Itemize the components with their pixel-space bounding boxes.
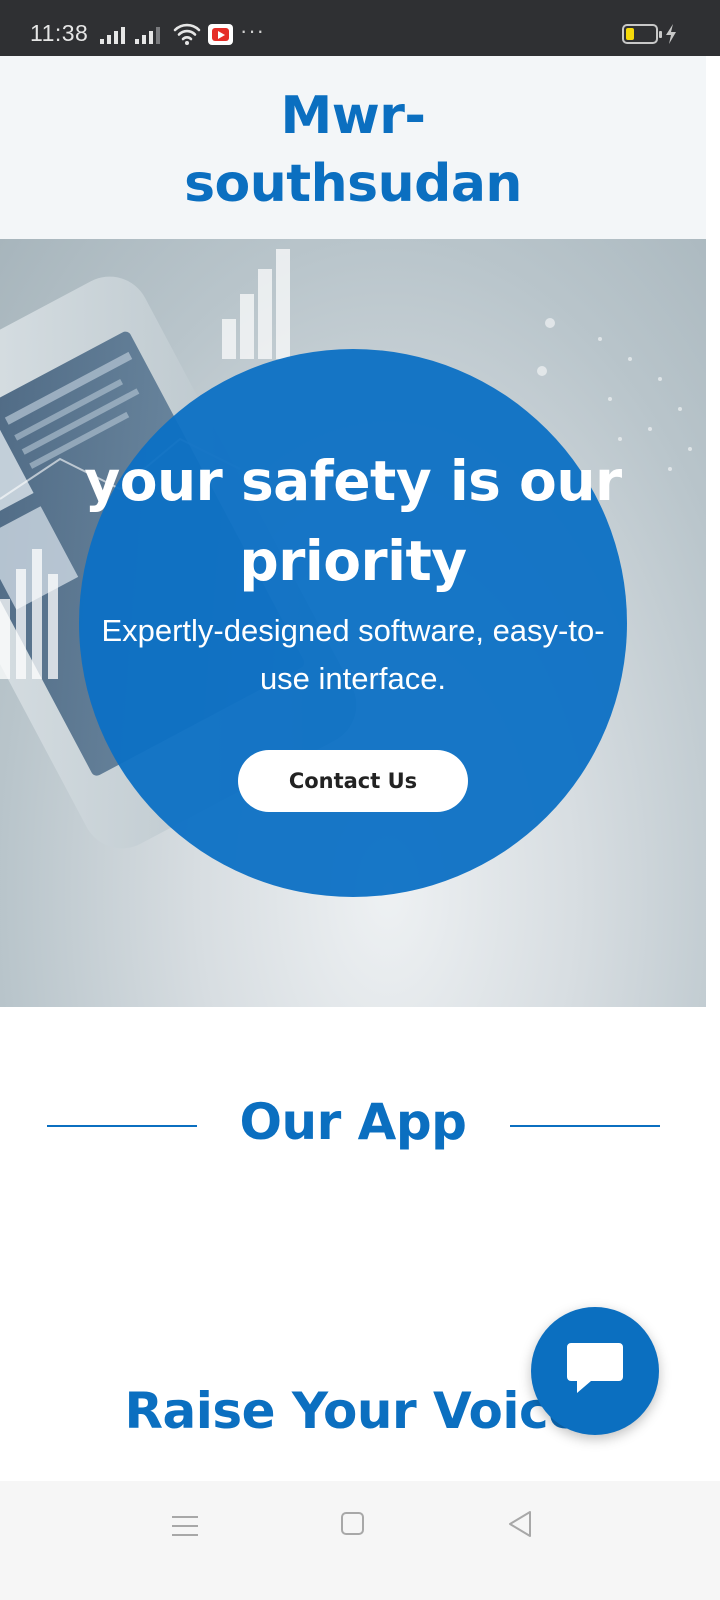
home-icon[interactable]: [341, 1512, 364, 1535]
signal-icon: [135, 24, 160, 44]
back-icon[interactable]: [507, 1510, 533, 1542]
our-app-heading: Our App: [239, 1093, 467, 1151]
chat-button[interactable]: [531, 1307, 659, 1435]
chat-bubble-icon: [565, 1341, 625, 1401]
youtube-icon: [208, 24, 233, 45]
our-app-section: Our App: [0, 1090, 706, 1160]
hero-section: your safety is our priority Expertly-des…: [0, 239, 706, 1007]
signal-icon: [100, 24, 125, 44]
menu-icon[interactable]: [172, 1514, 198, 1542]
site-header: Mwr- southsudan: [0, 56, 706, 239]
page-scrollbar[interactable]: [706, 56, 720, 1481]
hero-title: your safety is our priority: [84, 449, 622, 593]
contact-us-button[interactable]: Contact Us: [238, 750, 468, 812]
system-nav-bar: [0, 1481, 720, 1600]
hero-circle: your safety is our priority Expertly-des…: [79, 349, 627, 897]
more-notifications-icon: ···: [240, 18, 265, 43]
site-title[interactable]: Mwr- southsudan: [0, 82, 706, 218]
charging-icon: [664, 24, 678, 48]
battery-icon: [622, 24, 662, 44]
status-bar: 11:38 ···: [0, 0, 720, 56]
wifi-icon: [173, 22, 201, 50]
status-time: 11:38: [30, 20, 89, 46]
hero-subtitle: Expertly-designed software, easy-to-use …: [101, 613, 605, 696]
